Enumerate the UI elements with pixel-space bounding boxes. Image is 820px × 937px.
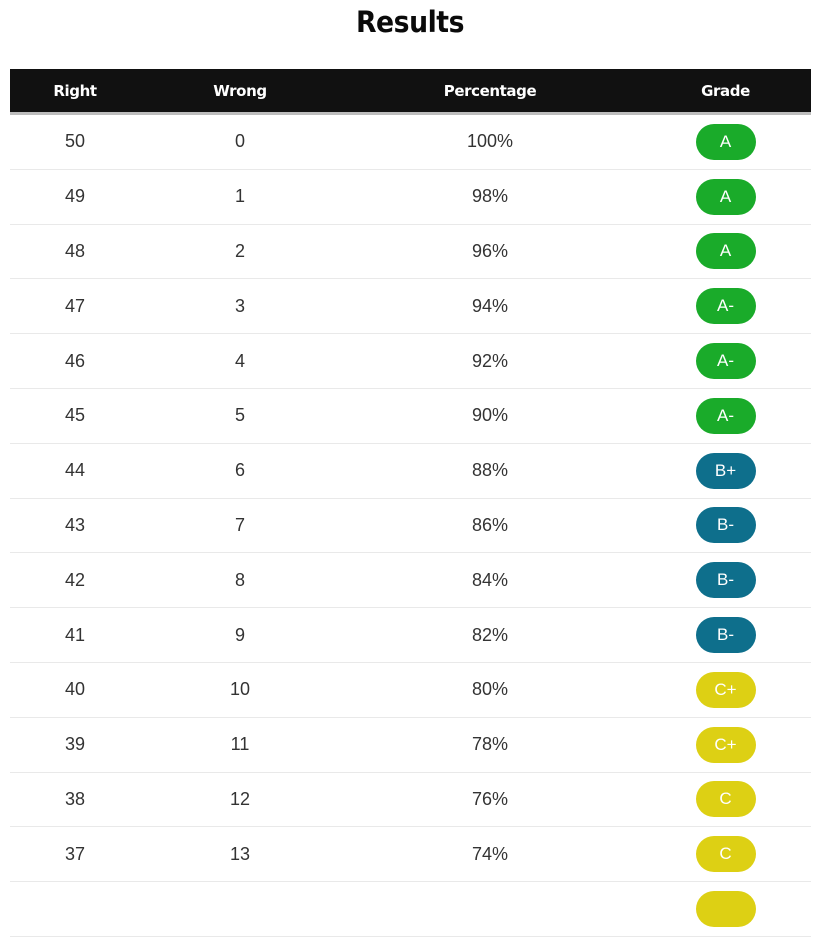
percentage-cell: 76%	[340, 772, 640, 828]
grade-badge: B+	[695, 452, 756, 489]
grade-badge: A-	[695, 397, 756, 434]
grade-cell: A	[640, 224, 811, 280]
grade-cell: C	[640, 826, 811, 883]
percentage-cell: 88%	[340, 443, 640, 499]
column-header-wrong: Wrong	[140, 69, 340, 115]
grade-cell: C+	[640, 662, 811, 718]
column-header-right: Right	[10, 69, 140, 115]
grade-badge: A-	[695, 343, 756, 380]
table-row: 47 3 94% A-	[10, 278, 811, 335]
wrong-cell: 7	[140, 498, 340, 554]
grade-cell: A-	[640, 388, 811, 444]
wrong-cell: 6	[140, 443, 340, 499]
page-title: Results	[355, 5, 465, 39]
grade-badge: A	[695, 233, 756, 270]
table-row: 39 11 78% C+	[10, 717, 811, 773]
grade-badge: B-	[695, 507, 756, 544]
percentage-cell: 98%	[340, 169, 640, 225]
right-cell: 37	[10, 826, 140, 883]
wrong-cell: 1	[140, 169, 340, 225]
wrong-cell: 0	[140, 113, 340, 170]
percentage-cell: 84%	[340, 552, 640, 609]
percentage-cell: 94%	[340, 278, 640, 335]
grade-badge: C	[695, 781, 756, 818]
table-row: 44 6 88% B+	[10, 443, 811, 499]
table-row: 45 5 90% A-	[10, 388, 811, 444]
table-row: 43 7 86% B-	[10, 498, 811, 554]
table-row: 38 12 76% C	[10, 772, 811, 828]
right-cell: 42	[10, 552, 140, 609]
percentage-cell: 74%	[340, 826, 640, 883]
percentage-cell: 92%	[340, 333, 640, 389]
right-cell: 41	[10, 607, 140, 663]
right-cell: 49	[10, 169, 140, 225]
table-row: 48 2 96% A	[10, 224, 811, 280]
grade-badge: B-	[695, 617, 756, 654]
results-table: Right Wrong Percentage Grade 50 0 100% A 49 1…	[10, 69, 811, 937]
table-row: 42 8 84% B-	[10, 552, 811, 609]
wrong-cell: 9	[140, 607, 340, 663]
table-row: 49 1 98% A	[10, 169, 811, 225]
grade-badge: C+	[695, 671, 756, 708]
right-cell: 45	[10, 388, 140, 444]
wrong-cell: 5	[140, 388, 340, 444]
grade-cell: A	[640, 113, 811, 170]
grade-badge: C+	[695, 726, 756, 763]
table-row: 40 10 80% C+	[10, 662, 811, 718]
table-header-row: Right Wrong Percentage Grade	[10, 69, 811, 115]
grade-cell: A	[640, 169, 811, 225]
grade-cell: B-	[640, 552, 811, 609]
table-row: 37 13 74% C	[10, 826, 811, 883]
percentage-cell: 100%	[340, 113, 640, 170]
right-cell: 46	[10, 333, 140, 389]
table-row: 46 4 92% A-	[10, 333, 811, 389]
right-cell: 48	[10, 224, 140, 280]
column-header-grade: Grade	[640, 69, 811, 115]
percentage-cell: 78%	[340, 717, 640, 773]
wrong-cell: 3	[140, 278, 340, 335]
right-cell: 40	[10, 662, 140, 718]
wrong-cell: 10	[140, 662, 340, 718]
percentage-cell: 80%	[340, 662, 640, 718]
grade-badge: A	[695, 178, 756, 215]
grade-cell: C	[640, 772, 811, 828]
percentage-cell: 82%	[340, 607, 640, 663]
grade-cell: B-	[640, 607, 811, 663]
right-cell: 47	[10, 278, 140, 335]
grade-cell: A-	[640, 278, 811, 335]
grade-badge: C	[695, 836, 756, 873]
grade-cell: B-	[640, 498, 811, 554]
right-cell: 43	[10, 498, 140, 554]
wrong-cell: 11	[140, 717, 340, 773]
grade-badge: B-	[695, 562, 756, 599]
right-cell: 44	[10, 443, 140, 499]
grade-cell: A-	[640, 333, 811, 389]
grade-cell: C+	[640, 717, 811, 773]
grade-cell: B+	[640, 443, 811, 499]
wrong-cell: 2	[140, 224, 340, 280]
right-cell: 39	[10, 717, 140, 773]
right-cell: 50	[10, 113, 140, 170]
wrong-cell: 4	[140, 333, 340, 389]
grade-badge: A	[695, 123, 756, 160]
wrong-cell: 13	[140, 826, 340, 883]
grade-badge: A-	[695, 288, 756, 325]
table-row: 41 9 82% B-	[10, 607, 811, 663]
percentage-cell: 90%	[340, 388, 640, 444]
grade-badge	[695, 891, 756, 928]
percentage-cell: 86%	[340, 498, 640, 554]
right-cell: 38	[10, 772, 140, 828]
percentage-cell: 96%	[340, 224, 640, 280]
table-row: 50 0 100% A	[10, 113, 811, 170]
wrong-cell: 8	[140, 552, 340, 609]
wrong-cell: 12	[140, 772, 340, 828]
table-body: 50 0 100% A 49 1 98% A 48 2 96% A 47 3 94% A- 46 4 92% A- 45…	[10, 113, 811, 937]
column-header-percentage: Percentage	[340, 69, 640, 115]
